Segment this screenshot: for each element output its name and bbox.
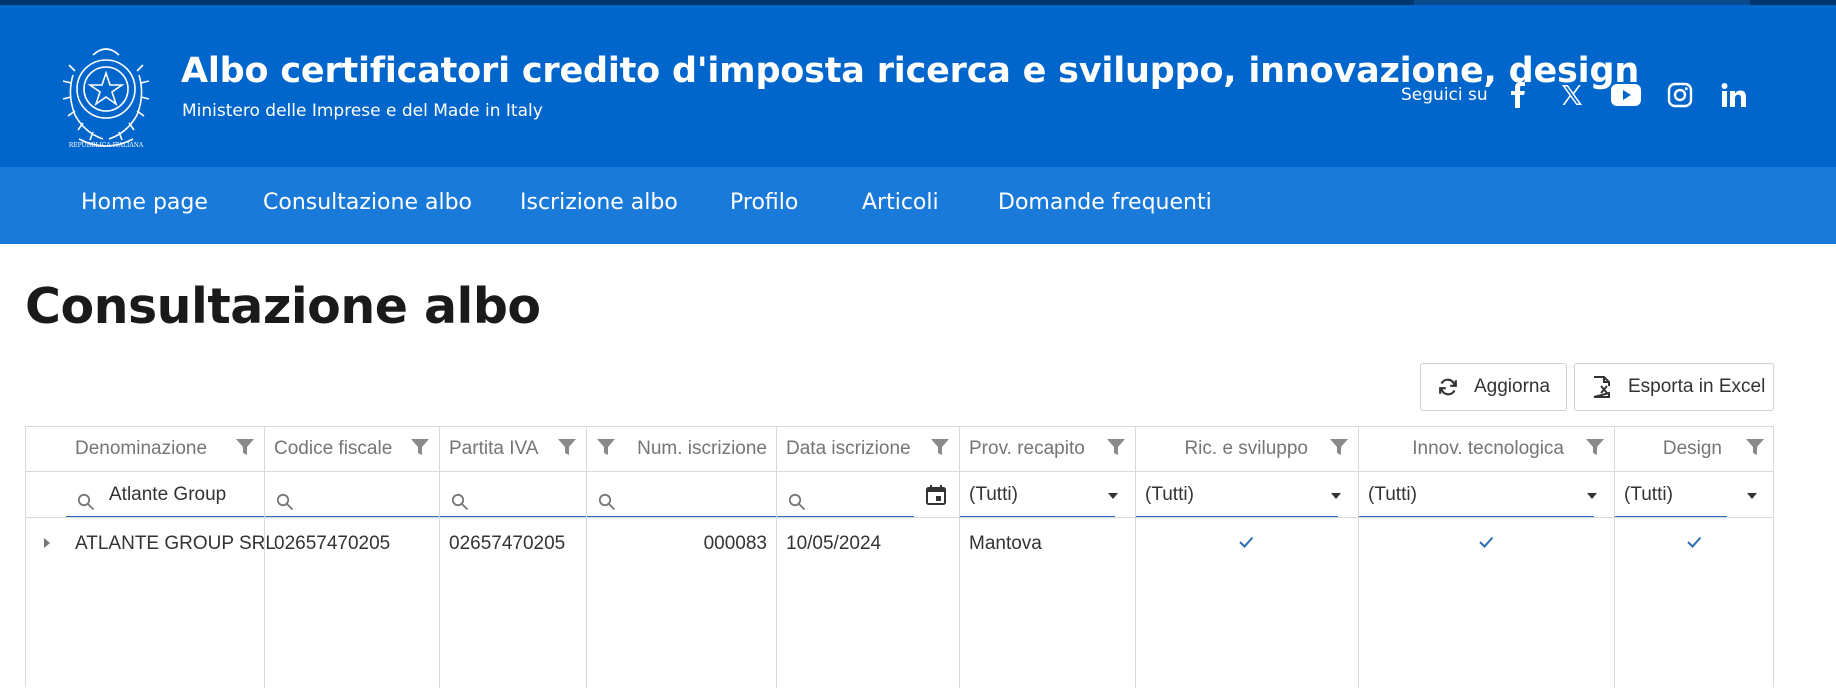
cell-denominazione: ATLANTE GROUP SRL xyxy=(75,533,276,554)
nav-iscrizione-albo[interactable]: Iscrizione albo xyxy=(520,190,678,215)
column-header-ric-sviluppo[interactable]: Ric. e sviluppo xyxy=(1184,438,1308,460)
youtube-icon[interactable] xyxy=(1609,78,1643,112)
cell-num-iscrizione: 000083 xyxy=(703,533,767,554)
filter-input-partita-iva[interactable] xyxy=(440,516,586,517)
search-icon xyxy=(276,493,294,511)
refresh-icon xyxy=(1439,378,1457,396)
instagram-icon[interactable] xyxy=(1663,78,1697,112)
column-header-innov-tecnologica[interactable]: Innov. tecnologica xyxy=(1412,438,1564,460)
nav-consultazione-albo[interactable]: Consultazione albo xyxy=(263,190,472,215)
cell-partita-iva: 02657470205 xyxy=(449,533,566,554)
site-header: REPUBBLICA ITALIANA Albo certificatori c… xyxy=(0,5,1836,167)
filter-funnel-icon[interactable] xyxy=(596,437,616,457)
column-header-partita-iva[interactable]: Partita IVA xyxy=(449,438,538,460)
nav-home-page[interactable]: Home page xyxy=(81,190,208,215)
check-icon xyxy=(1687,536,1702,548)
filter-input-denominazione[interactable]: Atlante Group xyxy=(109,484,226,506)
filter-select-design[interactable]: (Tutti) xyxy=(1624,484,1673,506)
filter-underline xyxy=(1136,516,1338,517)
check-icon xyxy=(1239,536,1254,548)
x-icon[interactable] xyxy=(1555,78,1589,112)
chevron-down-icon[interactable] xyxy=(1106,489,1120,503)
column-divider[interactable] xyxy=(439,427,440,688)
cell-codice-fiscale: 02657470205 xyxy=(274,533,391,554)
site-subtitle: Ministero delle Imprese e del Made in It… xyxy=(182,101,543,121)
republic-emblem-icon[interactable]: REPUBBLICA ITALIANA xyxy=(53,35,159,151)
filter-funnel-icon[interactable] xyxy=(410,437,430,457)
filter-funnel-icon[interactable] xyxy=(1329,437,1349,457)
filter-funnel-icon[interactable] xyxy=(1745,437,1765,457)
column-header-design[interactable]: Design xyxy=(1663,438,1722,460)
column-divider[interactable] xyxy=(959,427,960,688)
filter-funnel-icon[interactable] xyxy=(557,437,577,457)
filter-select-ric-sviluppo[interactable]: (Tutti) xyxy=(1145,484,1194,506)
albo-data-grid: Denominazione Codice fiscale Partita IVA… xyxy=(25,426,1774,688)
filter-underline xyxy=(66,516,264,517)
nav-articoli[interactable]: Articoli xyxy=(862,190,939,215)
header-row-divider xyxy=(26,471,1773,472)
column-divider[interactable] xyxy=(264,427,265,688)
emblem-lettering: REPUBBLICA ITALIANA xyxy=(69,142,144,149)
excel-export-icon xyxy=(1593,376,1610,398)
column-divider[interactable] xyxy=(1358,427,1359,688)
search-icon xyxy=(598,493,616,511)
filter-input-num-iscrizione[interactable] xyxy=(587,516,776,517)
facebook-icon[interactable] xyxy=(1501,78,1535,112)
filter-funnel-icon[interactable] xyxy=(1106,437,1126,457)
page-title: Consultazione albo xyxy=(25,278,541,335)
export-excel-button-label: Esporta in Excel xyxy=(1628,376,1766,397)
column-divider[interactable] xyxy=(1614,427,1615,688)
column-header-num-iscrizione[interactable]: Num. iscrizione xyxy=(637,438,767,460)
nav-profilo[interactable]: Profilo xyxy=(730,190,798,215)
search-icon xyxy=(788,493,806,511)
export-excel-button[interactable]: Esporta in Excel xyxy=(1574,363,1774,411)
nav-domande-frequenti[interactable]: Domande frequenti xyxy=(998,190,1212,215)
linkedin-icon[interactable] xyxy=(1717,78,1751,112)
filter-row-divider xyxy=(26,517,1773,518)
chevron-down-icon[interactable] xyxy=(1329,489,1343,503)
filter-input-codice-fiscale[interactable] xyxy=(265,516,439,517)
column-header-prov-recapito[interactable]: Prov. recapito xyxy=(969,438,1085,460)
filter-funnel-icon[interactable] xyxy=(930,437,950,457)
filter-select-innov-tecnologica[interactable]: (Tutti) xyxy=(1368,484,1417,506)
filter-underline xyxy=(960,516,1115,517)
check-icon xyxy=(1479,536,1494,548)
column-divider[interactable] xyxy=(586,427,587,688)
column-header-denominazione[interactable]: Denominazione xyxy=(75,438,207,460)
chevron-down-icon[interactable] xyxy=(1745,489,1759,503)
follow-us-label: Seguici su xyxy=(1401,85,1488,105)
column-header-codice-fiscale[interactable]: Codice fiscale xyxy=(274,438,392,460)
calendar-icon[interactable] xyxy=(925,484,947,506)
main-navigation: Home page Consultazione albo Iscrizione … xyxy=(0,167,1836,244)
filter-underline xyxy=(1359,516,1594,517)
refresh-button[interactable]: Aggiorna xyxy=(1420,363,1567,411)
filter-select-prov-recapito[interactable]: (Tutti) xyxy=(969,484,1018,506)
expand-row-icon[interactable] xyxy=(42,537,52,549)
column-header-data-iscrizione[interactable]: Data iscrizione xyxy=(786,438,911,460)
column-divider[interactable] xyxy=(1135,427,1136,688)
filter-underline xyxy=(1615,516,1727,517)
search-icon xyxy=(451,493,469,511)
filter-funnel-icon[interactable] xyxy=(235,437,255,457)
cell-data-iscrizione: 10/05/2024 xyxy=(786,533,882,554)
filter-input-data-iscrizione[interactable] xyxy=(777,516,914,517)
column-divider[interactable] xyxy=(776,427,777,688)
filter-funnel-icon[interactable] xyxy=(1585,437,1605,457)
chevron-down-icon[interactable] xyxy=(1585,489,1599,503)
cell-prov-recapito: Mantova xyxy=(969,533,1042,554)
search-icon xyxy=(77,493,95,511)
refresh-button-label: Aggiorna xyxy=(1474,376,1551,397)
